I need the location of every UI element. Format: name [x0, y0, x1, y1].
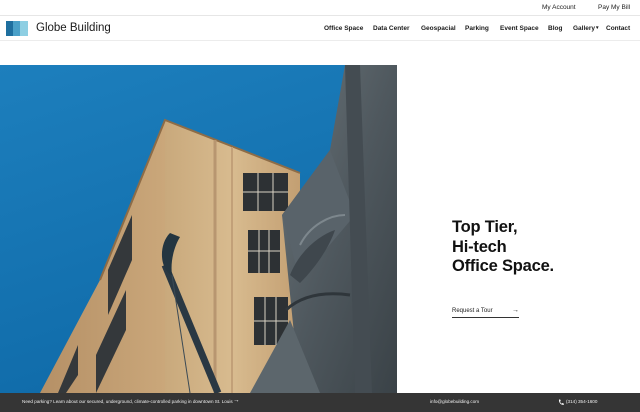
nav-item-contact[interactable]: Contact: [606, 25, 630, 32]
building-photo: [0, 65, 397, 393]
phone-icon: [558, 399, 564, 405]
utility-bar: My Account Pay My Bill: [0, 0, 640, 16]
nav-item-blog[interactable]: Blog: [548, 25, 562, 32]
main-header: Globe Building Office Space Data Center …: [0, 17, 640, 41]
arrow-right-icon[interactable]: →: [233, 397, 240, 404]
main-nav: Office Space Data Center Geospacial Park…: [0, 25, 640, 35]
headline-line-2: Hi-tech: [452, 237, 507, 256]
hero-building-image: [0, 65, 397, 393]
my-account-link[interactable]: My Account: [542, 4, 576, 11]
hero-headline: Top Tier, Hi-tech Office Space.: [452, 218, 632, 277]
email-link[interactable]: info@globebuilding.com: [430, 399, 479, 404]
request-tour-label: Request a Tour: [452, 308, 493, 314]
caret-down-icon: ▾: [596, 25, 599, 31]
headline-line-1: Top Tier,: [452, 218, 518, 236]
arrow-right-icon: →: [512, 307, 519, 314]
footer-bar: Need parking? Learn about our secured, u…: [0, 393, 640, 412]
nav-item-data-center[interactable]: Data Center: [373, 25, 409, 32]
parking-notice-link[interactable]: Need parking? Learn about our secured, u…: [22, 399, 233, 404]
nav-item-event-space[interactable]: Event Space: [500, 25, 539, 32]
nav-item-parking[interactable]: Parking: [465, 25, 489, 32]
nav-item-geospacial[interactable]: Geospacial: [421, 25, 456, 32]
nav-item-gallery-label: Gallery: [573, 25, 596, 32]
nav-item-office-space[interactable]: Office Space: [324, 25, 363, 32]
pay-my-bill-link[interactable]: Pay My Bill: [598, 4, 630, 11]
nav-item-gallery[interactable]: Gallery▾: [573, 25, 599, 32]
phone-link[interactable]: (314) 354-1600: [566, 399, 597, 404]
request-tour-link[interactable]: Request a Tour →: [452, 307, 519, 318]
page: My Account Pay My Bill Globe Building Of…: [0, 0, 640, 412]
headline-line-3: Office Space.: [452, 257, 554, 275]
